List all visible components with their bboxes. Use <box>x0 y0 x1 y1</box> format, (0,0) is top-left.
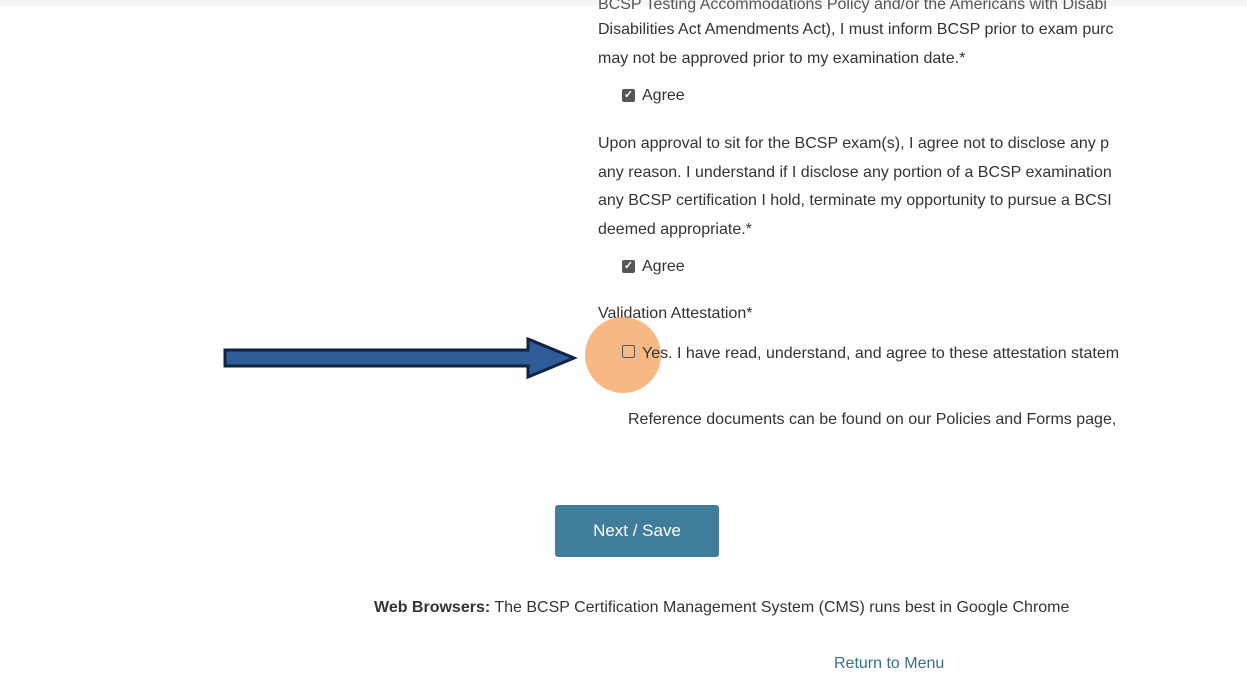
para2-line-3: any BCSP certification I hold, terminate… <box>598 192 1112 209</box>
para2-line-2: any reason. I understand if I disclose a… <box>598 164 1112 181</box>
para1-line-2: Disabilities Act Amendments Act), I must… <box>598 21 1114 38</box>
para1-line-3: may not be approved prior to my examinat… <box>598 50 966 67</box>
pointer-arrow-shape <box>223 336 578 380</box>
attestation-label[interactable]: Yes. I have read, understand, and agree … <box>642 343 1119 365</box>
reference-text: Reference documents can be found on our … <box>628 411 1117 428</box>
web-browsers-text: The BCSP Certification Management System… <box>490 599 1070 616</box>
para2-line-4: deemed appropriate.* <box>598 221 752 238</box>
pointer-arrow-icon <box>223 336 578 380</box>
next-save-button[interactable]: Next / Save <box>555 505 719 557</box>
web-browsers-note: Web Browsers: The BCSP Certification Man… <box>374 597 1069 619</box>
agree-checkbox-1[interactable]: ✓ <box>622 89 635 102</box>
para2-line-1: Upon approval to sit for the BCSP exam(s… <box>598 135 1110 152</box>
agree-label-2: Agree <box>642 258 685 275</box>
agree-label-1: Agree <box>642 87 685 104</box>
content-area: BCSP Testing Accommodations Policy and/o… <box>0 0 1240 693</box>
agree-checkbox-2[interactable]: ✓ <box>622 260 635 273</box>
attestation-checkbox[interactable] <box>622 345 635 358</box>
return-to-menu-link[interactable]: Return to Menu <box>834 655 944 673</box>
web-browsers-label: Web Browsers: <box>374 599 491 616</box>
para1-line-1: BCSP Testing Accommodations Policy and/o… <box>598 0 1107 13</box>
